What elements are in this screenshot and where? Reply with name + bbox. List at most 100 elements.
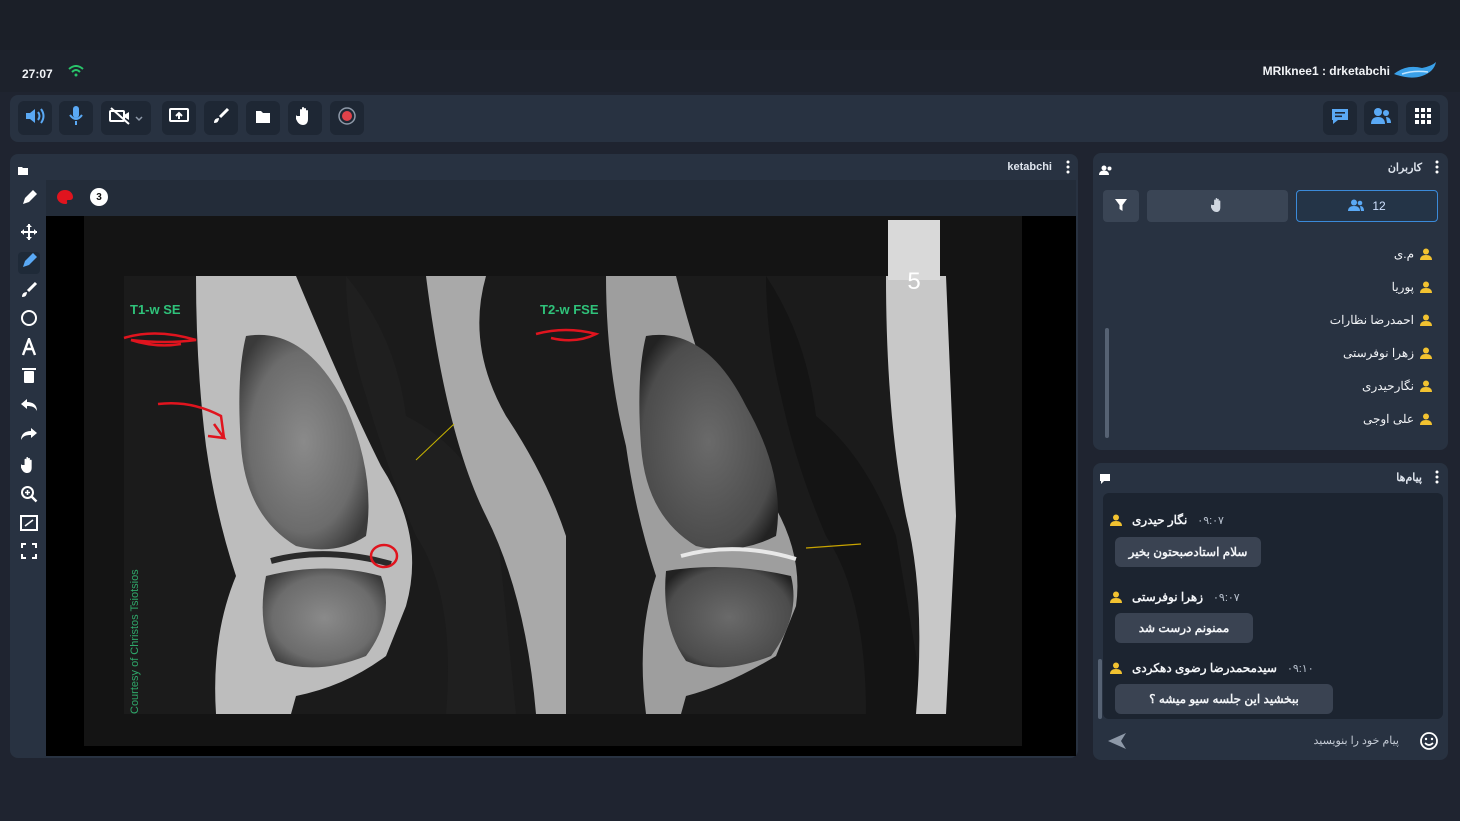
user-name: نگارحیدری — [1362, 378, 1414, 393]
message-header: زهرا نوفرستی ۰۹:۰۷ — [1110, 590, 1240, 604]
zoom-tool[interactable] — [18, 485, 40, 507]
filter-icon — [1114, 198, 1128, 215]
status-bar: 27:07 MRIknee1 : drketabchi — [0, 50, 1460, 92]
chat-scrollbar[interactable] — [1098, 659, 1102, 719]
list-item[interactable]: زهرا نوفرستی — [1103, 336, 1438, 369]
move-icon — [20, 223, 38, 246]
files-button[interactable] — [246, 101, 280, 135]
message-time: ۰۹:۰۷ — [1213, 591, 1240, 604]
emoji-icon[interactable] — [1419, 731, 1439, 756]
user-name: زهرا نوفرستی — [1343, 345, 1414, 360]
pan-tool[interactable] — [18, 456, 40, 478]
camera-button[interactable] — [101, 101, 151, 135]
user-icon — [1420, 281, 1432, 293]
chat-icon — [1099, 472, 1111, 490]
users-icon — [1348, 199, 1365, 214]
message-author: سیدمحمدرضا رضوی دهکردی — [1132, 661, 1277, 675]
message-bubble: ممنونم درست شد — [1115, 613, 1253, 643]
tool-options-bar: 3 — [46, 180, 1076, 216]
color-picker-icon[interactable] — [56, 189, 74, 212]
user-name: علی اوجی — [1362, 411, 1414, 426]
more-options-icon[interactable] — [1435, 160, 1439, 179]
message-input[interactable]: پیام خود را بنویسید — [1103, 726, 1443, 756]
fullscreen-icon — [21, 542, 37, 564]
hand-icon — [20, 456, 37, 479]
delete-tool[interactable] — [18, 366, 40, 388]
user-icon — [1420, 380, 1432, 392]
circle-icon — [20, 309, 38, 332]
folder-icon — [254, 107, 272, 130]
brush-button[interactable] — [204, 101, 238, 135]
move-tool[interactable] — [18, 223, 40, 245]
image-credit: Courtesy of Christos Tsiotsios — [129, 569, 141, 714]
stroke-size-badge[interactable]: 3 — [90, 188, 108, 206]
share-screen-button[interactable] — [162, 101, 196, 135]
message-bubble: ببخشید این جلسه سیو میشه ؟ — [1115, 684, 1333, 714]
text-icon — [20, 335, 38, 361]
fit-screen-button[interactable] — [18, 514, 40, 536]
list-item[interactable]: علی اوجی — [1103, 402, 1438, 435]
users-toggle-button[interactable] — [1364, 101, 1398, 135]
speaker-button[interactable] — [18, 101, 52, 135]
message-author: زهرا نوفرستی — [1132, 590, 1203, 604]
users-header: کاربران — [1093, 153, 1448, 181]
redo-button[interactable] — [18, 425, 40, 447]
wifi-icon — [68, 64, 84, 82]
chevron-down-icon — [135, 109, 143, 127]
camera-off-icon — [109, 106, 131, 130]
more-options-icon[interactable] — [1066, 160, 1070, 179]
chat-panel: پیام‌ها نگار حیدری ۰۹:۰۷ سلام استادصبحتو… — [1093, 463, 1448, 760]
trash-icon — [21, 366, 37, 389]
list-item[interactable]: پوریا — [1103, 270, 1438, 303]
all-users-tab[interactable]: 12 — [1296, 190, 1438, 222]
session-title: MRIknee1 : drketabchi — [1262, 64, 1390, 78]
microphone-button[interactable] — [59, 101, 93, 135]
users-scrollbar[interactable] — [1105, 328, 1109, 438]
fullscreen-button[interactable] — [18, 542, 40, 564]
pencil-tool[interactable] — [18, 252, 40, 274]
user-icon — [1110, 514, 1122, 526]
pencil-icon — [20, 252, 38, 275]
message-time: ۰۹:۱۰ — [1286, 662, 1314, 675]
list-item[interactable]: نگارحیدری — [1103, 369, 1438, 402]
filter-button[interactable] — [1103, 190, 1139, 222]
user-icon — [1420, 347, 1432, 359]
user-name: پوریا — [1391, 279, 1414, 294]
chat-toggle-button[interactable] — [1323, 101, 1357, 135]
users-title: کاربران — [1387, 162, 1422, 174]
top-band — [0, 0, 1460, 50]
pen-tool[interactable] — [18, 189, 40, 211]
list-item[interactable]: م.ی — [1103, 237, 1438, 270]
app-logo-icon — [1392, 60, 1438, 87]
drawing-toolbox — [10, 180, 46, 756]
brush-tool[interactable] — [18, 281, 40, 303]
list-item[interactable]: احمدرضا نظارات — [1103, 303, 1438, 336]
message-header: سیدمحمدرضا رضوی دهکردی ۰۹:۱۰ — [1110, 661, 1314, 675]
undo-icon — [20, 398, 38, 417]
user-icon — [1420, 248, 1432, 260]
circle-tool[interactable] — [18, 309, 40, 331]
record-icon — [337, 106, 357, 131]
raised-hands-tab[interactable] — [1147, 190, 1288, 222]
pen-icon — [20, 189, 38, 212]
chat-icon — [1330, 106, 1350, 131]
raise-hand-icon — [294, 106, 314, 131]
whiteboard-canvas[interactable]: T1-w SE T2-w FSE Courtesy of Christos Ts… — [46, 216, 1076, 756]
message-time: ۰۹:۰۷ — [1197, 514, 1224, 527]
clock: 27:07 — [22, 67, 53, 81]
sequence-label-left: T1-w SE — [130, 302, 181, 317]
main-toolbar — [10, 95, 1448, 142]
fit-icon — [20, 514, 38, 536]
users-list: م.ی پوریا احمدرضا نظارات زهرا نوفرستی نگ… — [1103, 237, 1438, 435]
message-bubble: سلام استادصبحتون بخیر — [1115, 537, 1261, 567]
record-button[interactable] — [330, 101, 364, 135]
undo-button[interactable] — [18, 396, 40, 418]
chat-title: پیام‌ها — [1396, 472, 1422, 484]
apps-button[interactable] — [1406, 101, 1440, 135]
more-options-icon[interactable] — [1435, 470, 1439, 489]
raise-hand-icon — [1209, 197, 1225, 216]
text-tool[interactable] — [18, 335, 40, 361]
send-icon[interactable] — [1107, 732, 1127, 755]
user-icon — [1110, 662, 1122, 674]
raise-hand-button[interactable] — [288, 101, 322, 135]
